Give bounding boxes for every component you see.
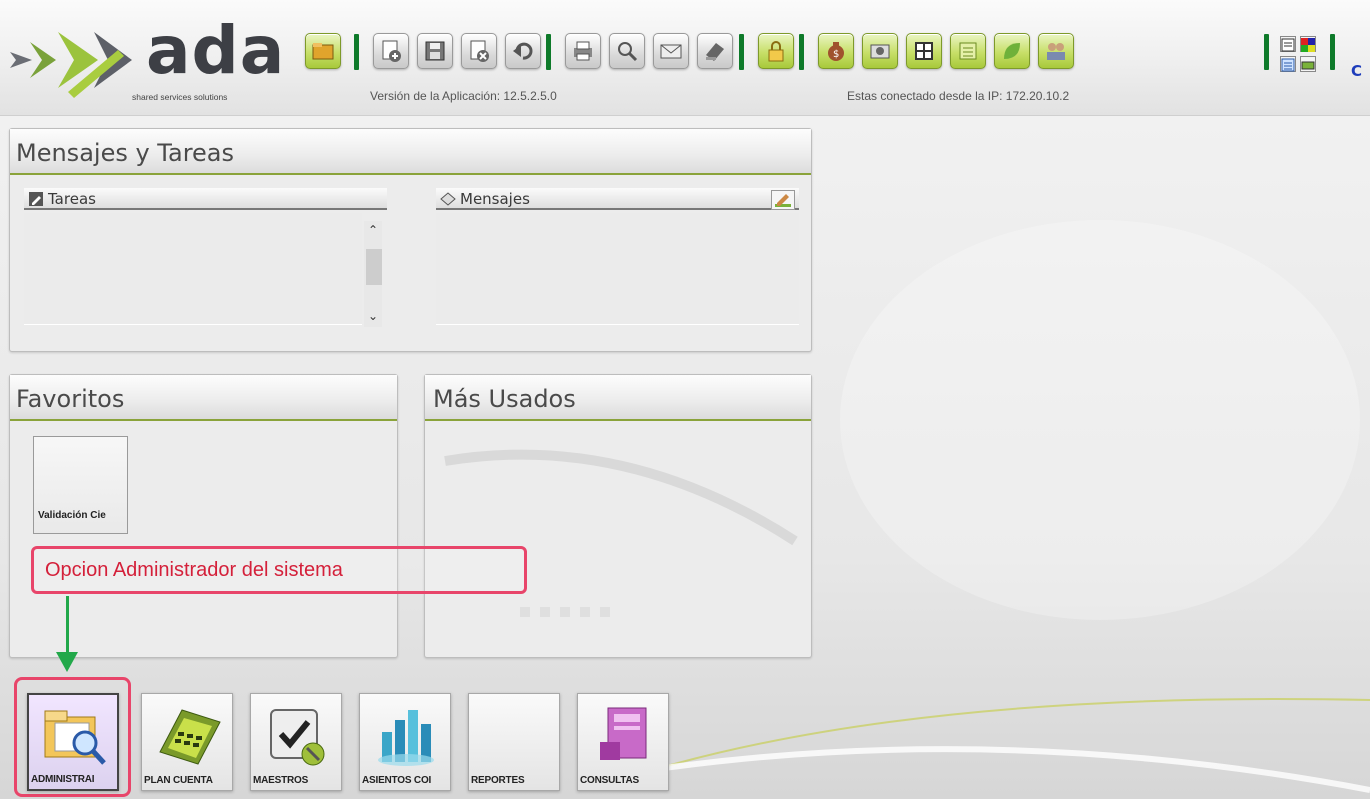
palette-button[interactable]: [1300, 36, 1316, 52]
folder-open-icon: [312, 43, 334, 60]
toolbar-separator: [799, 34, 804, 70]
scroll-down-arrow[interactable]: ⌄: [364, 307, 382, 325]
logo-word: ada: [146, 12, 286, 89]
messages-tasks-panel: Mensajes y Tareas Tareas ⌃ ⌄ Mensajes: [9, 128, 812, 352]
annotation-arrow: [66, 596, 69, 658]
scroll-up-arrow[interactable]: ⌃: [364, 221, 382, 239]
grid-icon: [915, 42, 933, 60]
logo-arrows-icon: [10, 32, 132, 98]
undo-icon: [513, 42, 533, 60]
module-plan-cuenta[interactable]: PLAN CUENTA: [141, 693, 233, 791]
gear-watermark: [444, 449, 798, 617]
lock-button[interactable]: [758, 33, 794, 69]
tree-button[interactable]: [1280, 56, 1296, 72]
module-label: MAESTROS: [253, 775, 309, 786]
save-icon: [425, 41, 445, 61]
leaf-icon: [1004, 43, 1020, 59]
palette-icon: [1301, 38, 1315, 52]
message-icon: [440, 191, 456, 206]
panel-title: Mensajes y Tareas: [10, 129, 811, 175]
svg-text:$: $: [833, 49, 839, 60]
messages-list[interactable]: [436, 213, 799, 325]
annotation-arrow-head: [56, 652, 78, 672]
money-button[interactable]: $: [818, 33, 854, 69]
annotation-text: Opcion Administrador del sistema: [45, 559, 343, 581]
camera-icon: [870, 44, 890, 59]
buildings-chart-icon: [378, 710, 434, 766]
users-button[interactable]: [1038, 33, 1074, 69]
toolbar-separator: [1264, 34, 1269, 70]
tasks-scrollbar[interactable]: ⌃ ⌄: [364, 221, 382, 327]
preview-button[interactable]: [609, 33, 645, 69]
toolbar-separator: [354, 34, 359, 70]
window-icon: [1281, 38, 1295, 52]
messages-header: Mensajes: [436, 188, 799, 210]
scroll-thumb[interactable]: [366, 249, 382, 285]
edit-pencil-icon: [775, 194, 791, 207]
clear-icon: [706, 43, 724, 61]
module-reportes[interactable]: REPORTES: [468, 693, 560, 791]
calculator-icon: [159, 709, 221, 765]
window-button[interactable]: [1280, 36, 1296, 52]
connection-ip: Estas conectado desde la IP: 172.20.10.2: [847, 89, 1070, 103]
tree-icon: [1281, 58, 1295, 72]
tasks-label: Tareas: [48, 189, 96, 208]
toolbar-separator: [546, 34, 551, 70]
print-icon: [574, 41, 592, 61]
tasks-list[interactable]: [24, 213, 362, 325]
lock-icon: [768, 41, 784, 62]
module-label: ASIENTOS COI: [362, 775, 432, 786]
module-label: CONSULTAS: [580, 775, 639, 786]
delete-button[interactable]: [461, 33, 497, 69]
save-button[interactable]: [417, 33, 453, 69]
module-label: ADMINISTRAI: [31, 774, 95, 785]
list-icon: [959, 42, 977, 60]
messages-label: Mensajes: [460, 189, 530, 208]
money-bag-icon: $: [828, 42, 844, 61]
panel-title: Favoritos: [10, 375, 397, 421]
new-record-icon: [382, 40, 401, 62]
new-record-button[interactable]: [373, 33, 409, 69]
users-icon: [1047, 43, 1065, 60]
grid-button[interactable]: [906, 33, 942, 69]
module-maestros[interactable]: MAESTROS: [250, 693, 342, 791]
module-label: PLAN CUENTA: [144, 775, 213, 786]
tasks-header: Tareas: [24, 188, 387, 210]
toolbar-separator: [1330, 34, 1335, 70]
app-version: Versión de la Aplicación: 12.5.2.5.0: [370, 89, 557, 103]
panel-title: Más Usados: [425, 375, 811, 421]
favorite-item-label: Validación Cie: [38, 510, 106, 521]
purple-report-icon: [600, 707, 647, 760]
module-asientos[interactable]: ASIENTOS COI: [359, 693, 451, 791]
toolbar-separator: [739, 34, 744, 70]
ada-logo: ada shared services solutions: [8, 12, 286, 107]
logo-tagline: shared services solutions: [132, 92, 228, 102]
delete-icon: [470, 40, 489, 62]
undo-button[interactable]: [505, 33, 541, 69]
app-header: ada shared services solutions $ C Versió…: [0, 0, 1370, 116]
module-consultas[interactable]: CONSULTAS: [577, 693, 669, 791]
module-label: REPORTES: [471, 775, 525, 786]
favorite-item[interactable]: Validación Cie: [33, 436, 128, 534]
checklist-tools-icon: [270, 709, 325, 766]
edit-message-button[interactable]: [771, 190, 795, 210]
battery-button[interactable]: [1300, 56, 1316, 72]
print-button[interactable]: [565, 33, 601, 69]
annotation-callout: Opcion Administrador del sistema: [31, 546, 527, 594]
most-used-panel: Más Usados: [424, 374, 812, 658]
pencil-note-icon: [29, 191, 43, 206]
module-administracion[interactable]: ADMINISTRAI: [27, 693, 119, 791]
clear-button[interactable]: [697, 33, 733, 69]
preview-icon: [618, 42, 638, 62]
battery-icon: [1301, 61, 1315, 70]
camera-button[interactable]: [862, 33, 898, 69]
leaf-button[interactable]: [994, 33, 1030, 69]
list-button[interactable]: [950, 33, 986, 69]
open-folder-button[interactable]: [305, 33, 341, 69]
admin-folder-icon: [44, 710, 106, 765]
toolbar-overflow-link[interactable]: C: [1351, 62, 1362, 80]
mail-button[interactable]: [653, 33, 689, 69]
mail-icon: [660, 44, 682, 59]
